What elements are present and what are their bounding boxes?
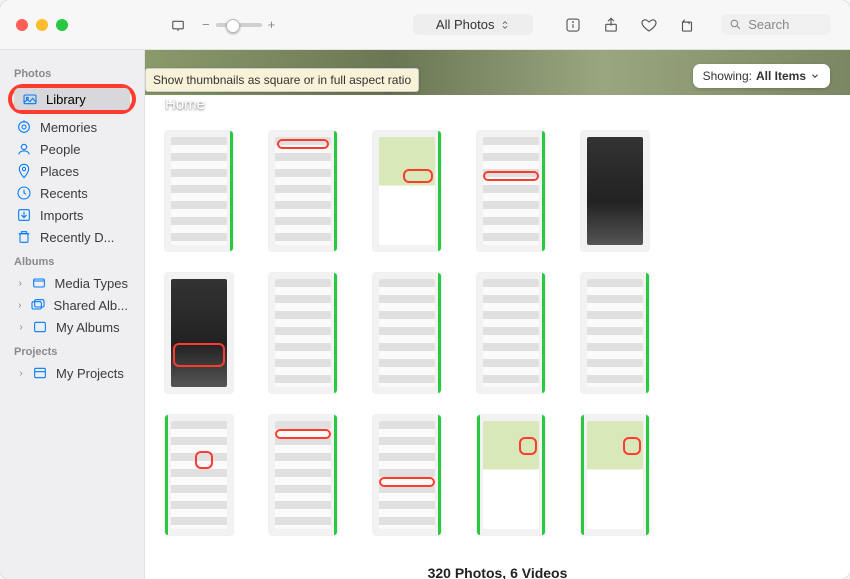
filter-showing-pill[interactable]: Showing: All Items (693, 64, 830, 88)
aspect-ratio-tooltip: Show thumbnails as square or in full asp… (145, 68, 419, 92)
photo-thumbnail[interactable] (269, 131, 337, 251)
thumbnail-grid[interactable]: 320 Photos, 6 Videos Updated Just Now (145, 95, 850, 579)
thumbnail-row (165, 415, 830, 535)
photo-thumbnail[interactable] (165, 415, 233, 535)
share-icon[interactable] (599, 13, 623, 37)
sidebar-item-recents[interactable]: Recents (8, 182, 136, 204)
sidebar-section-projects: Projects (14, 346, 130, 358)
filter-prefix: Showing: (703, 69, 752, 83)
sidebar-item-label: Shared Alb... (54, 298, 128, 313)
photo-thumbnail[interactable] (477, 273, 545, 393)
search-field[interactable]: Search (721, 14, 831, 35)
photo-thumbnail[interactable] (581, 131, 649, 251)
photo-thumbnail[interactable] (269, 415, 337, 535)
sidebar-item-label: People (40, 142, 80, 157)
close-window-button[interactable] (16, 19, 28, 31)
chevron-right-icon: › (16, 322, 26, 333)
chevron-right-icon: › (16, 278, 25, 289)
sidebar-item-label: Recents (40, 186, 88, 201)
photos-app-window: − + All Photos Search (0, 0, 850, 579)
clock-icon (16, 185, 32, 201)
view-mode-select[interactable]: All Photos (413, 14, 533, 35)
photo-thumbnail[interactable] (165, 273, 233, 393)
photo-thumbnail[interactable] (165, 131, 233, 251)
chevron-down-icon (810, 71, 820, 81)
sidebar-item-label: Media Types (55, 276, 128, 291)
sidebar-item-label: Imports (40, 208, 83, 223)
download-icon (16, 207, 32, 223)
minimize-window-button[interactable] (36, 19, 48, 31)
photo-thumbnail[interactable] (373, 415, 441, 535)
library-summary-footer: 320 Photos, 6 Videos Updated Just Now (165, 557, 830, 579)
toolbar: − + All Photos Search (0, 0, 850, 50)
zoom-slider[interactable] (216, 23, 262, 27)
sidebar-item-label: Library (46, 92, 86, 107)
photo-thumbnail[interactable] (269, 273, 337, 393)
thumbnail-row (165, 131, 830, 251)
sidebar-item-my-albums[interactable]: › My Albums (8, 316, 136, 338)
zoom-slider-group: − + (202, 17, 275, 32)
sidebar-item-label: My Projects (56, 366, 124, 381)
filter-value: All Items (756, 69, 806, 83)
sidebar-item-library[interactable]: Library (14, 88, 130, 110)
sidebar-item-media-types[interactable]: › Media Types (8, 272, 136, 294)
sidebar-item-label: My Albums (56, 320, 120, 335)
photo-thumbnail[interactable] (477, 131, 545, 251)
main-content: Show thumbnails as square or in full asp… (145, 50, 850, 579)
shared-albums-icon (30, 297, 46, 313)
memories-icon (16, 119, 32, 135)
toolbar-actions (561, 13, 699, 37)
fullscreen-window-button[interactable] (56, 19, 68, 31)
photo-thumbnail[interactable] (477, 415, 545, 535)
photo-thumbnail[interactable] (581, 415, 649, 535)
sidebar-item-places[interactable]: Places (8, 160, 136, 182)
breadcrumb-home[interactable]: Home (165, 96, 205, 113)
sidebar-item-shared-albums[interactable]: › Shared Alb... (8, 294, 136, 316)
sidebar-item-my-projects[interactable]: › My Projects (8, 362, 136, 384)
item-count: 320 Photos, 6 Videos (165, 565, 830, 579)
sidebar: Photos Library Memories People Places (0, 50, 145, 579)
media-types-icon (31, 275, 47, 291)
search-placeholder: Search (748, 17, 789, 32)
sidebar-item-imports[interactable]: Imports (8, 204, 136, 226)
sidebar-section-photos: Photos (14, 68, 130, 80)
sidebar-item-recently-deleted[interactable]: Recently D... (8, 226, 136, 248)
window-controls (16, 19, 68, 31)
sidebar-item-people[interactable]: People (8, 138, 136, 160)
photo-thumbnail[interactable] (373, 131, 441, 251)
favorite-heart-icon[interactable] (637, 13, 661, 37)
places-pin-icon (16, 163, 32, 179)
sidebar-item-label: Recently D... (40, 230, 114, 245)
sidebar-section-albums: Albums (14, 256, 130, 268)
sidebar-item-memories[interactable]: Memories (8, 116, 136, 138)
thumbnail-row (165, 273, 830, 393)
rotate-icon[interactable] (675, 13, 699, 37)
zoom-out-minus[interactable]: − (202, 17, 210, 32)
projects-icon (32, 365, 48, 381)
sidebar-item-label: Places (40, 164, 79, 179)
annotation-callout-library: Library (8, 84, 136, 114)
people-icon (16, 141, 32, 157)
info-icon[interactable] (561, 13, 585, 37)
view-mode-label: All Photos (436, 17, 495, 32)
photo-thumbnail[interactable] (373, 273, 441, 393)
zoom-in-plus[interactable]: + (268, 17, 276, 32)
trash-icon (16, 229, 32, 245)
photo-thumbnail[interactable] (581, 273, 649, 393)
chevron-right-icon: › (16, 368, 26, 379)
library-icon (22, 91, 38, 107)
aspect-ratio-toggle-icon[interactable] (166, 13, 190, 37)
chevron-right-icon: › (16, 300, 24, 311)
album-icon (32, 319, 48, 335)
sidebar-item-label: Memories (40, 120, 97, 135)
window-body: Photos Library Memories People Places (0, 50, 850, 579)
